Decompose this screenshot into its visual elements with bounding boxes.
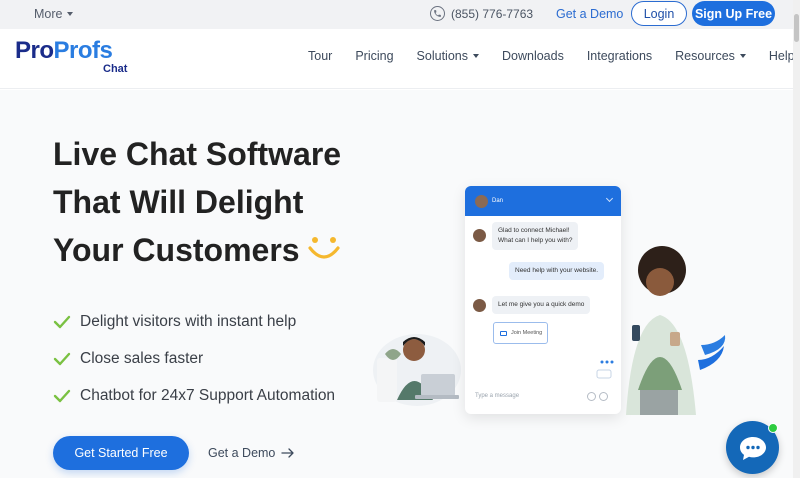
logo-wordmark: ProProfs xyxy=(15,37,113,64)
agent-avatar xyxy=(475,194,488,208)
nav-item-label: Downloads xyxy=(501,49,564,63)
feature-text: Chatbot for 24x7 Support Automation xyxy=(80,386,336,404)
nav-item-label: Integrations xyxy=(586,49,653,63)
nav-item-resources[interactable]: Resources xyxy=(675,49,746,63)
nav-item-label: Pricing xyxy=(355,49,394,63)
feature-text: Delight visitors with instant help xyxy=(80,312,297,330)
online-status-dot xyxy=(768,423,778,433)
chevron-down-icon xyxy=(739,54,746,58)
arrow-right-icon xyxy=(281,448,295,458)
check-icon xyxy=(53,389,71,402)
main-nav: ProProfs Chat Tour Pricing Solutions Dow… xyxy=(0,29,800,89)
get-started-free-button[interactable]: Get Started Free xyxy=(53,436,189,470)
page-scrollbar[interactable] xyxy=(793,0,800,478)
feature-item: Close sales faster xyxy=(53,340,335,377)
feature-list: Delight visitors with instant help Close… xyxy=(53,303,335,414)
woman-with-phone-illustration xyxy=(596,246,726,415)
logo-subtitle: Chat xyxy=(103,63,128,75)
proprofs-chat-logo[interactable]: ProProfs Chat xyxy=(15,37,127,76)
login-button[interactable]: Login xyxy=(631,1,687,26)
chevron-down-icon xyxy=(472,54,479,58)
feature-item: Delight visitors with instant help xyxy=(53,303,335,340)
message-line: Glad to connect Michael! xyxy=(498,227,570,234)
nav-item-label: Solutions xyxy=(416,49,468,63)
nav-item-label: Tour xyxy=(308,49,333,63)
agent-name: Dan xyxy=(492,198,504,204)
nav-item-label: Help xyxy=(768,49,795,63)
headline-line-1: Live Chat Software xyxy=(53,136,342,172)
join-meeting-label: Join Meeting xyxy=(511,330,543,336)
man-with-laptop-illustration xyxy=(373,334,461,406)
headline-line-2: That Will Delight xyxy=(53,184,304,220)
chevron-down-icon xyxy=(67,12,74,16)
logo-pro: Pro xyxy=(15,37,54,64)
nav-item-help[interactable]: Help xyxy=(769,49,795,63)
sign-up-free-button[interactable]: Sign Up Free xyxy=(692,1,775,26)
get-a-demo-link[interactable]: Get a Demo xyxy=(556,7,623,21)
headline-line-3-text: Your Customers xyxy=(53,232,300,268)
chat-bubble-icon xyxy=(739,436,766,460)
feature-item: Chatbot for 24x7 Support Automation xyxy=(53,377,335,414)
feature-text: Close sales faster xyxy=(80,349,204,367)
chat-message-agent: Glad to connect Michael! What can I help… xyxy=(492,222,579,250)
chevron-down-icon xyxy=(605,194,614,203)
nav-item-tour[interactable]: Tour xyxy=(308,49,332,63)
top-utility-bar: More (855) 776-7763 Get a Demo Login Sig… xyxy=(0,0,800,29)
more-label: More xyxy=(34,7,63,21)
phone-link[interactable]: (855) 776-7763 xyxy=(430,6,533,21)
hero-section: Live Chat Software That Will Delight You… xyxy=(0,90,800,478)
chat-message-agent: Let me give you a quick demo xyxy=(492,296,591,314)
hero-headline: Live Chat Software That Will Delight You… xyxy=(53,130,342,277)
phone-icon xyxy=(430,6,445,21)
agent-avatar xyxy=(473,299,486,312)
get-a-demo-label: Get a Demo xyxy=(208,446,276,460)
agent-avatar xyxy=(473,229,486,242)
nav-item-label: Resources xyxy=(675,49,735,63)
check-icon xyxy=(53,352,71,365)
nav-item-pricing[interactable]: Pricing xyxy=(355,49,393,63)
message-input-placeholder: Type a message xyxy=(475,393,520,399)
nav-item-solutions[interactable]: Solutions xyxy=(417,49,479,63)
video-icon xyxy=(500,330,507,336)
nav-item-downloads[interactable]: Downloads xyxy=(502,49,564,63)
logo-profs: Profs xyxy=(53,37,113,64)
smile-icon xyxy=(306,229,342,277)
nav-menu: Tour Pricing Solutions Downloads Integra… xyxy=(308,49,795,63)
message-line: What can I help you with? xyxy=(498,237,573,244)
check-icon xyxy=(53,315,71,328)
phone-number: (855) 776-7763 xyxy=(451,6,534,21)
join-meeting-button: Join Meeting xyxy=(493,322,548,344)
scrollbar-thumb[interactable] xyxy=(794,14,799,42)
headline-line-3: Your Customers xyxy=(53,226,342,277)
get-a-demo-link[interactable]: Get a Demo xyxy=(208,446,295,460)
chat-widget-header: Dan xyxy=(465,186,621,216)
more-menu[interactable]: More xyxy=(34,7,74,21)
nav-item-integrations[interactable]: Integrations xyxy=(587,49,652,63)
